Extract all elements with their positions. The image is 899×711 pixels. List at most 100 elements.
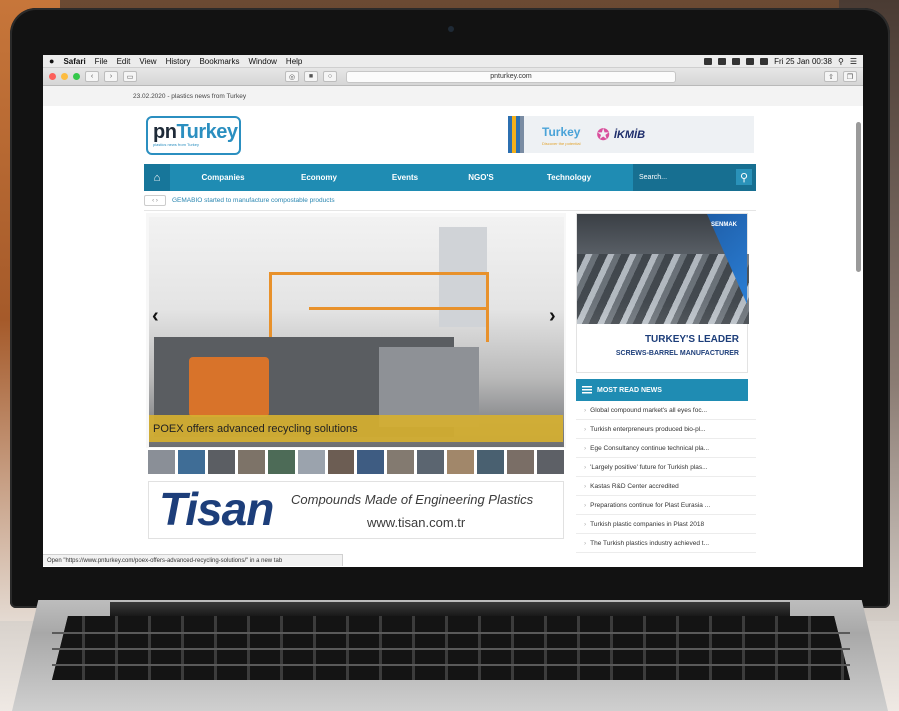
main-nav: ⌂ Companies Economy Events NGO'S Technol…: [144, 164, 756, 191]
thumbnail[interactable]: [148, 450, 175, 474]
menu-clock[interactable]: Fri 25 Jan 00:38: [774, 57, 832, 66]
zoom-window-button[interactable]: [73, 73, 80, 80]
nav-events[interactable]: Events: [362, 173, 448, 182]
slider-next-icon[interactable]: ›: [549, 305, 556, 328]
most-read-header: MOST READ NEWS: [576, 379, 748, 401]
nav-economy[interactable]: Economy: [276, 173, 362, 182]
spotlight-icon[interactable]: ⚲: [838, 57, 844, 66]
sidebar: SENMAK TURKEY'S LEADER SCREWS-BARREL MAN…: [576, 213, 756, 553]
close-window-button[interactable]: [49, 73, 56, 80]
chevron-right-icon: ›: [584, 520, 587, 528]
thumbnail[interactable]: [477, 450, 505, 474]
thumbnail[interactable]: [327, 450, 355, 474]
menu-view[interactable]: View: [139, 57, 156, 66]
extension-icon[interactable]: ■: [304, 71, 318, 82]
address-bar[interactable]: pnturkey.com: [346, 70, 676, 83]
tabs-overview-icon[interactable]: ❐: [843, 71, 857, 82]
thumbnail[interactable]: [237, 450, 265, 474]
slider-prev-icon[interactable]: ‹: [152, 305, 159, 328]
shield-icon[interactable]: ◎: [285, 71, 299, 82]
list-item[interactable]: › Preparations continue for Plast Eurasia…: [576, 496, 756, 515]
wifi-icon[interactable]: [746, 57, 755, 65]
logo-turkey: Turkey: [176, 121, 238, 143]
menu-file[interactable]: File: [95, 57, 108, 66]
status-icon[interactable]: [732, 57, 741, 65]
menu-extras: Fri 25 Jan 00:38 ⚲ ☰: [704, 57, 857, 66]
thumbnail[interactable]: [507, 450, 534, 474]
list-item[interactable]: › Turkish plastic companies in Plast 2018: [576, 515, 756, 534]
list-item[interactable]: › Kastas R&D Center accredited: [576, 477, 756, 496]
image-slider[interactable]: ‹ › POEX offers advanced recycling solut…: [146, 213, 566, 448]
senmak-banner-ad[interactable]: SENMAK TURKEY'S LEADER SCREWS-BARREL MAN…: [576, 213, 749, 373]
news-link[interactable]: 'Largely positive' future for Turkish pl…: [590, 464, 707, 471]
thumbnail[interactable]: [297, 450, 325, 474]
ticker-nav-buttons[interactable]: ‹ ›: [144, 195, 166, 206]
ikmib-banner-ad[interactable]: Turkey Discover the potential ✪ İKMİB: [508, 116, 754, 153]
minimize-window-button[interactable]: [61, 73, 68, 80]
news-link[interactable]: The Turkish plastics industry achieved t…: [590, 540, 709, 547]
logo-pn: pn: [153, 121, 177, 143]
back-button[interactable]: ‹: [85, 71, 99, 82]
photo-machine-part: [189, 357, 269, 417]
thumbnail[interactable]: [447, 450, 475, 474]
sidebar-toggle-icon[interactable]: ▭: [123, 71, 137, 82]
chevron-right-icon: ›: [584, 463, 587, 471]
news-link[interactable]: Preparations continue for Plast Eurasia …: [590, 502, 710, 509]
menu-bookmarks[interactable]: Bookmarks: [199, 57, 239, 66]
slider-photo[interactable]: [149, 217, 564, 447]
menu-window[interactable]: Window: [248, 57, 276, 66]
list-item[interactable]: › The Turkish plastics industry achieved …: [576, 534, 756, 553]
news-link[interactable]: Kastas R&D Center accredited: [590, 483, 679, 490]
nav-ngos[interactable]: NGO'S: [448, 173, 514, 182]
browser-toolbar: ‹ › ▭ ◎ ■ ○ pnturkey.com ⇧ ❐: [43, 68, 863, 86]
chevron-right-icon: ›: [584, 425, 587, 433]
list-item[interactable]: › Global compound market's all eyes foc..…: [576, 401, 756, 420]
thumbnail[interactable]: [417, 450, 445, 474]
chevron-right-icon: ›: [584, 539, 587, 547]
forward-button[interactable]: ›: [104, 71, 118, 82]
list-item[interactable]: › Ege Consultancy continue technical pla.…: [576, 439, 756, 458]
chevron-right-icon: ›: [584, 482, 587, 490]
menu-app-name[interactable]: Safari: [63, 57, 85, 66]
nav-technology[interactable]: Technology: [514, 173, 624, 182]
news-link[interactable]: Ege Consultancy continue technical pla..…: [590, 445, 709, 452]
thumbnail[interactable]: [207, 450, 235, 474]
screen: ● Safari File Edit View History Bookmark…: [43, 55, 863, 567]
home-icon[interactable]: ⌂: [144, 164, 170, 191]
nav-companies[interactable]: Companies: [170, 173, 276, 182]
tisan-banner-ad[interactable]: Tisan Compounds Made of Engineering Plas…: [148, 481, 564, 539]
search-icon[interactable]: ⚲: [736, 169, 752, 185]
banner-subtitle: Discover the potential: [542, 141, 581, 146]
ticker-headline[interactable]: GEMABIO started to manufacture compostab…: [172, 197, 335, 204]
list-item[interactable]: › 'Largely positive' future for Turkish p…: [576, 458, 756, 477]
notification-center-icon[interactable]: ☰: [850, 57, 857, 66]
thumbnail[interactable]: [536, 450, 564, 474]
slider-caption[interactable]: POEX offers advanced recycling solutions: [149, 415, 563, 442]
thumbnail[interactable]: [177, 450, 205, 474]
search-input[interactable]: Search...: [639, 174, 667, 181]
page-scrollbar[interactable]: [856, 122, 861, 272]
status-icon[interactable]: [704, 57, 713, 65]
menu-help[interactable]: Help: [286, 57, 302, 66]
thumbnail[interactable]: [387, 450, 415, 474]
status-bar: Open "https://www.pnturkey.com/poex-offe…: [43, 554, 343, 566]
news-link[interactable]: Turkish enterpreneurs produced bio-pl...: [590, 426, 705, 433]
tisan-tagline: Compounds Made of Engineering Plastics: [291, 492, 534, 507]
thumbnail[interactable]: [357, 450, 385, 474]
apple-icon[interactable]: ●: [49, 56, 54, 66]
menu-edit[interactable]: Edit: [117, 57, 131, 66]
battery-icon[interactable]: [760, 57, 769, 65]
extension-icon[interactable]: ○: [323, 71, 337, 82]
status-icon[interactable]: [718, 57, 727, 65]
thumbnail[interactable]: [267, 450, 295, 474]
list-item[interactable]: › Turkish enterpreneurs produced bio-pl..…: [576, 420, 756, 439]
news-link[interactable]: Turkish plastic companies in Plast 2018: [590, 521, 704, 528]
site-logo[interactable]: pnTurkey plastics news from Turkey: [146, 116, 241, 155]
slider-thumbnails: [148, 450, 564, 474]
news-ticker: ‹ › GEMABIO started to manufacture compo…: [144, 191, 756, 211]
search-box[interactable]: Search... ⚲: [633, 164, 756, 191]
menu-history[interactable]: History: [166, 57, 191, 66]
news-link[interactable]: Global compound market's all eyes foc...: [590, 407, 707, 414]
share-icon[interactable]: ⇧: [824, 71, 838, 82]
page-content: pnTurkey plastics news from Turkey Turke…: [144, 106, 756, 211]
